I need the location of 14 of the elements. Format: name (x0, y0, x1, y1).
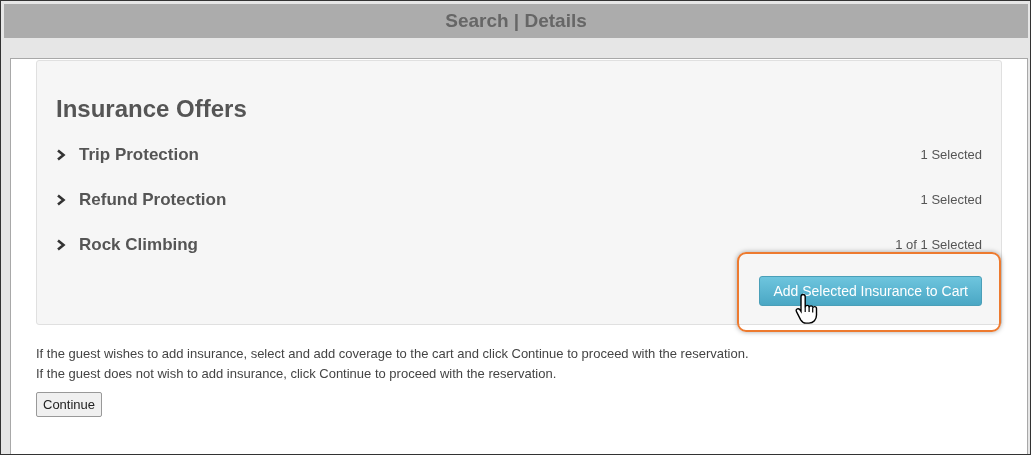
continue-button[interactable]: Continue (36, 392, 103, 417)
instruction-text: If the guest does not wish to add insurance, click Continue to proceed with the reservation. (36, 366, 558, 381)
offer-toggle[interactable]: Rock Climbing (56, 234, 198, 255)
selection-status: 1 Selected (920, 192, 982, 207)
chevron-icon (56, 238, 66, 251)
instruction-text: If the guest wishes to add insurance, select and add coverage to the cart and click Continue to proceed with the reservation. (36, 346, 750, 361)
chevron-icon (56, 148, 66, 161)
selection-status: 1 of 1 Selected (895, 237, 982, 252)
page-title: Search | Details (445, 10, 587, 32)
offer-toggle[interactable]: Trip Protection (56, 144, 199, 165)
selection-status: 1 Selected (920, 147, 982, 162)
offer-toggle[interactable]: Refund Protection (56, 189, 227, 210)
chevron-icon (56, 193, 66, 206)
section-title: Insurance Offers (56, 95, 248, 123)
